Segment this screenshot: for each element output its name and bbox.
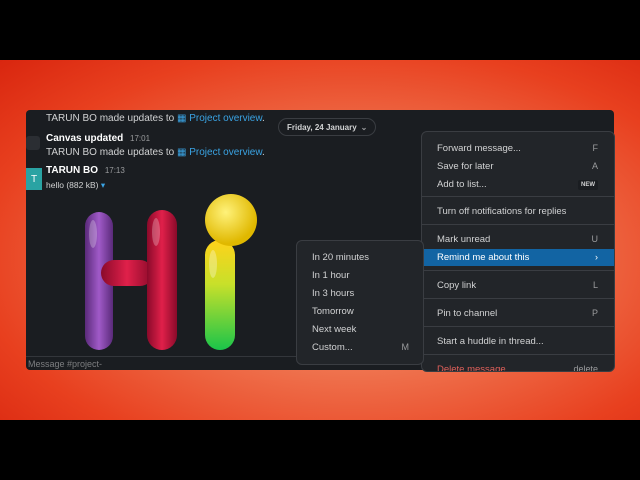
menu-item-pin-to-channel[interactable]: Pin to channel P <box>422 305 614 322</box>
remind-option-custom[interactable]: Custom... M <box>297 339 423 356</box>
menu-item-add-to-list[interactable]: Add to list... NEW <box>422 176 614 193</box>
menu-item-turn-off-notifications[interactable]: Turn off notifications for replies <box>422 203 614 220</box>
composer-placeholder: Message #project- <box>28 359 103 369</box>
menu-item-copy-link[interactable]: Copy link L <box>422 277 614 294</box>
menu-item-label: Mark unread <box>437 234 491 245</box>
submenu-item-label: In 3 hours <box>312 288 355 299</box>
remind-option-1-hour[interactable]: In 1 hour <box>297 267 423 284</box>
remind-option-20-minutes[interactable]: In 20 minutes <box>297 249 423 266</box>
avatar[interactable]: T <box>26 168 42 190</box>
message-time[interactable]: 17:01 <box>130 134 150 143</box>
punctuation: . <box>262 113 265 124</box>
remind-option-3-hours[interactable]: In 3 hours <box>297 285 423 302</box>
remind-option-tomorrow[interactable]: Tomorrow <box>297 303 423 320</box>
menu-item-delete-message[interactable]: Delete message delete <box>422 361 614 372</box>
menu-item-mark-unread[interactable]: Mark unread U <box>422 231 614 248</box>
project-overview-link[interactable]: Project overview <box>189 147 262 158</box>
chevron-down-icon: ⌄ <box>360 122 368 132</box>
submenu-item-label: In 20 minutes <box>312 252 370 263</box>
menu-item-label: Turn off notifications for replies <box>437 206 567 217</box>
menu-item-save-for-later[interactable]: Save for later A <box>422 158 614 175</box>
submenu-item-label: Custom... <box>312 342 353 353</box>
post-author[interactable]: TARUN BO <box>46 165 98 176</box>
menu-divider <box>422 326 614 327</box>
menu-divider <box>422 196 614 197</box>
file-chevron-icon[interactable]: ▾ <box>101 180 105 190</box>
menu-item-label: Delete message <box>437 364 506 372</box>
menu-item-label: Copy link <box>437 280 477 291</box>
menu-item-label: Pin to channel <box>437 308 498 319</box>
canvas-update-header: Canvas updated 17:01 <box>46 133 150 144</box>
shortcut-key: F <box>592 143 599 153</box>
menu-item-start-huddle[interactable]: Start a huddle in thread... <box>422 333 614 350</box>
shortcut-key: A <box>591 161 598 171</box>
post-time[interactable]: 17:13 <box>105 166 125 175</box>
file-attachment-label[interactable]: hello (882 kB) ▾ <box>46 180 105 191</box>
menu-divider <box>422 298 614 299</box>
submenu-item-label: In 1 hour <box>312 270 350 281</box>
update-message-1: TARUN BO made updates to ▦ Project overv… <box>46 113 265 124</box>
update-text: made updates to <box>99 147 175 158</box>
update-text: made updates to <box>99 113 175 124</box>
submenu-item-label: Next week <box>312 324 357 335</box>
file-name: hello (882 kB) <box>46 180 99 190</box>
author-name[interactable]: TARUN BO <box>46 113 97 124</box>
menu-divider <box>422 224 614 225</box>
post-header: TARUN BO 17:13 <box>46 165 125 176</box>
letterbox-top <box>0 0 640 60</box>
canvas-title: Canvas updated <box>46 133 124 144</box>
shortcut-key: P <box>591 308 598 318</box>
canvas-link-icon: ▦ <box>177 113 187 124</box>
menu-item-label: Forward message... <box>437 143 521 154</box>
menu-item-remind-me[interactable]: Remind me about this › <box>422 249 614 266</box>
letterbox-bottom <box>0 420 640 480</box>
chevron-right-icon: › <box>595 252 598 262</box>
date-divider-button[interactable]: Friday, 24 January ⌄ <box>278 118 377 136</box>
submenu-item-label: Tomorrow <box>312 306 354 317</box>
shortcut-key: M <box>401 342 410 352</box>
punctuation: . <box>262 147 265 158</box>
menu-item-label: Start a huddle in thread... <box>437 336 544 347</box>
menu-divider <box>422 270 614 271</box>
message-context-menu: Forward message... F Save for later A Ad… <box>421 131 615 372</box>
avatar-initial: T <box>30 173 38 185</box>
update-message-2: TARUN BO made updates to ▦ Project overv… <box>46 147 265 158</box>
date-label: Friday, 24 January <box>287 122 357 132</box>
canvas-icon <box>26 136 40 150</box>
menu-item-label: Add to list... <box>437 179 487 190</box>
shortcut-key: U <box>591 234 599 244</box>
author-name[interactable]: TARUN BO <box>46 147 97 158</box>
remind-option-next-week[interactable]: Next week <box>297 321 423 338</box>
shortcut-key: L <box>592 280 598 290</box>
hi-balloon-image[interactable] <box>81 194 266 354</box>
menu-item-label: Remind me about this <box>437 252 530 263</box>
menu-item-forward-message[interactable]: Forward message... F <box>422 140 614 157</box>
canvas-link-icon: ▦ <box>177 147 187 158</box>
new-badge: NEW <box>578 180 598 190</box>
remind-submenu: In 20 minutes In 1 hour In 3 hours Tomor… <box>296 240 424 365</box>
shortcut-key: delete <box>573 364 598 372</box>
project-overview-link[interactable]: Project overview <box>189 113 262 124</box>
menu-item-label: Save for later <box>437 161 494 172</box>
menu-divider <box>422 354 614 355</box>
